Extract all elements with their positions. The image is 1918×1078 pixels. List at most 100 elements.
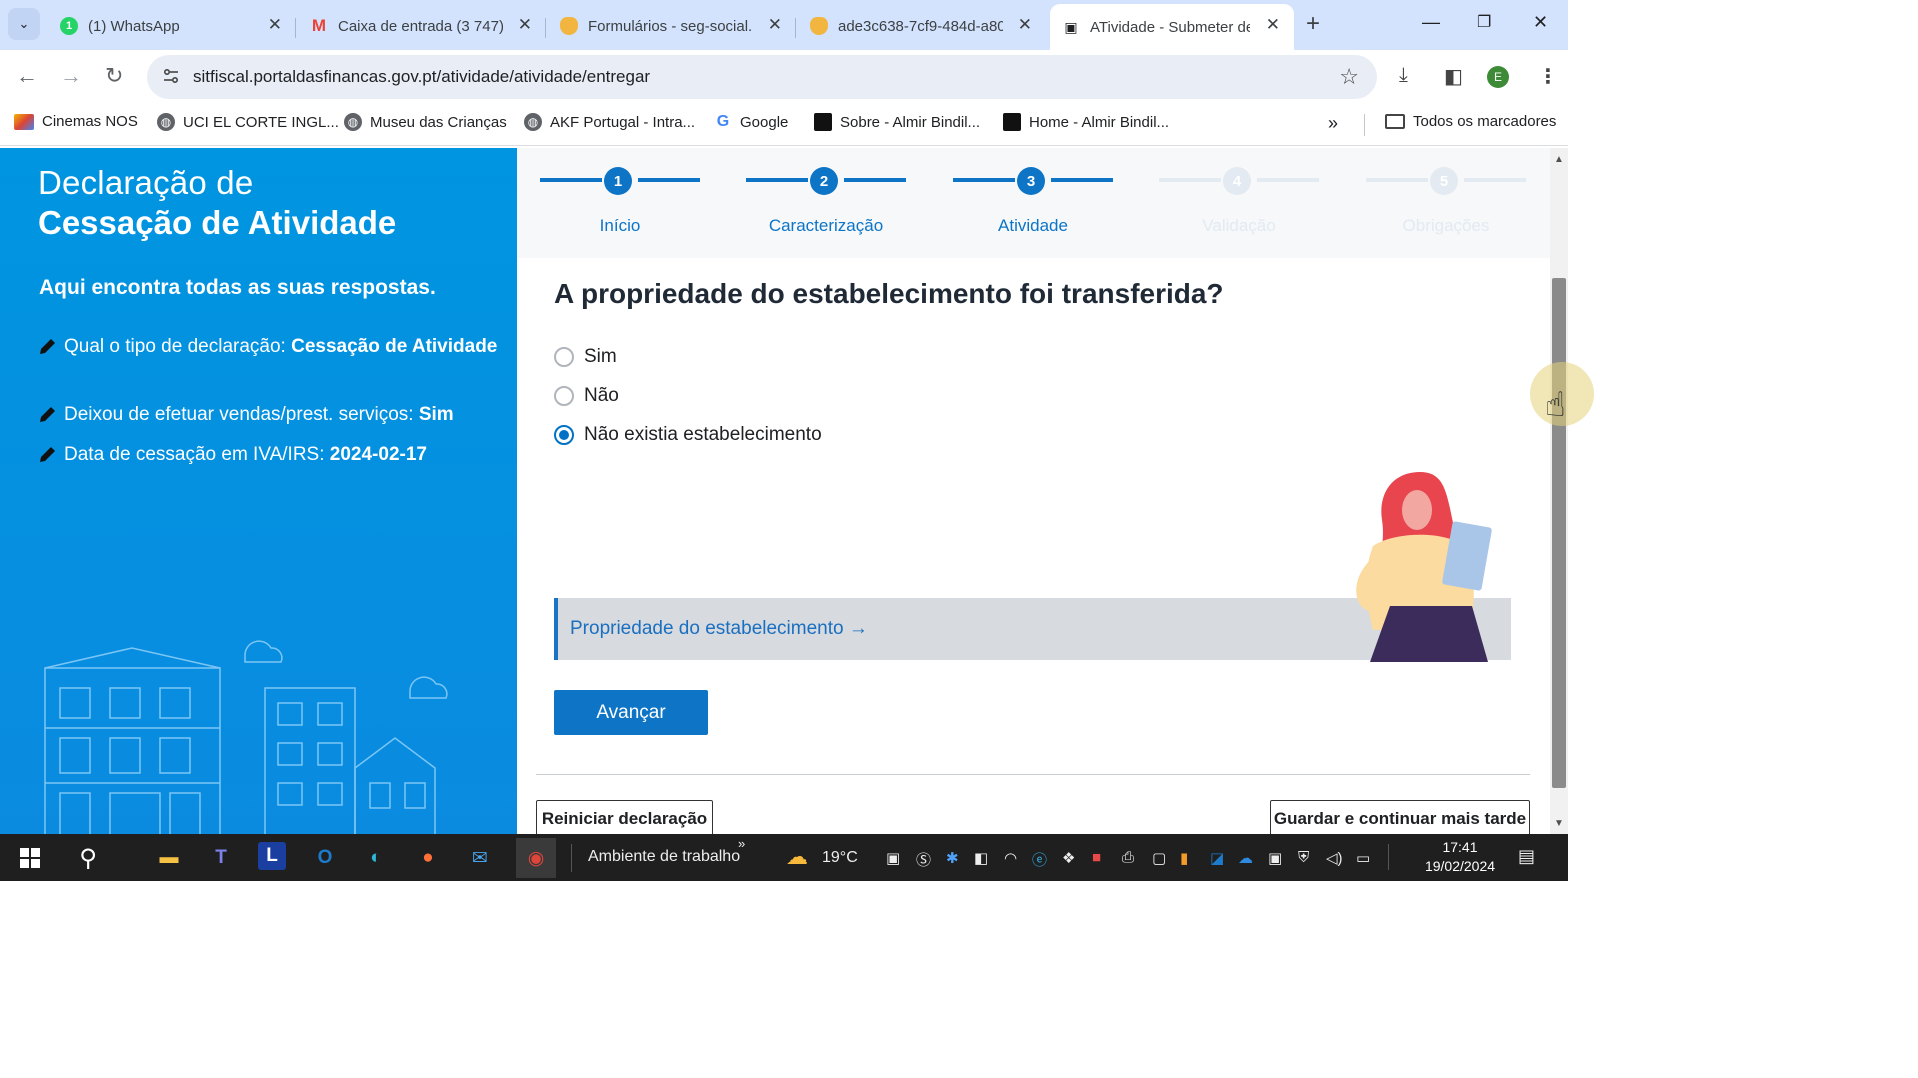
bluetooth-icon[interactable]: ✱ <box>946 849 959 867</box>
bookmark-akf[interactable]: ◍ AKF Portugal - Intra... <box>524 113 695 131</box>
tray-app-icon[interactable]: ▢ <box>1152 849 1166 867</box>
mail-icon[interactable]: ✉ <box>464 842 496 874</box>
l-app-icon[interactable]: L <box>258 842 286 870</box>
pencil-icon[interactable] <box>38 400 64 433</box>
scroll-up-arrow-icon[interactable]: ▲ <box>1554 154 1564 165</box>
advance-button[interactable]: Avançar <box>554 690 708 735</box>
answer-item[interactable]: Deixou de efetuar vendas/prest. serviços… <box>38 400 498 433</box>
search-icon[interactable]: ⚲ <box>72 842 104 874</box>
bookmark-star-icon[interactable]: ☆ <box>1339 64 1359 90</box>
bookmark-google[interactable]: G Google <box>714 113 789 131</box>
pencil-icon[interactable] <box>38 332 64 365</box>
bookmark-uci[interactable]: ◍ UCI EL CORTE INGL... <box>157 113 339 131</box>
radio-label[interactable]: Não existia estabelecimento <box>584 424 822 446</box>
menu-kebab-icon[interactable]: ⋮ <box>1538 64 1558 89</box>
chrome-icon[interactable]: ◉ <box>516 838 556 878</box>
minimize-button[interactable]: — <box>1422 12 1440 33</box>
edge-icon[interactable]: ◐ <box>360 842 392 874</box>
info-link[interactable]: Propriedade do estabelecimento → <box>570 618 868 640</box>
close-tab-icon[interactable]: ✕ <box>518 16 532 34</box>
windows-start-icon[interactable] <box>14 842 46 874</box>
scrollbar-thumb[interactable] <box>1552 278 1566 788</box>
volume-icon[interactable]: ◁) <box>1326 849 1343 867</box>
bookmark-cinemas-nos[interactable]: Cinemas NOS <box>14 113 138 130</box>
page-scrollbar[interactable]: ▲ ▼ <box>1550 148 1568 834</box>
back-arrow-icon[interactable]: ← <box>16 64 38 88</box>
profile-avatar[interactable]: E <box>1487 66 1509 88</box>
printer-icon[interactable]: ⎙ <box>1122 849 1134 866</box>
tray-app-icon[interactable]: ▮ <box>1180 849 1188 867</box>
tab-ade3c638[interactable]: ade3c638-7cf9-484d-a80 ✕ <box>798 4 1046 48</box>
edge-tray-icon[interactable]: ⓔ <box>1032 849 1047 870</box>
bookmark-sobre-almir[interactable]: Sobre - Almir Bindil... <box>814 113 980 131</box>
tab-gmail[interactable]: M Caixa de entrada (3 747) ✕ <box>298 4 546 48</box>
outlook-tray-icon[interactable]: ◪ <box>1210 849 1224 867</box>
tray-app-icon[interactable]: ■ <box>1092 849 1101 866</box>
forward-arrow-icon[interactable]: → <box>60 64 82 88</box>
address-bar[interactable]: sitfiscal.portaldasfinancas.gov.pt/ativi… <box>147 55 1377 99</box>
more-bookmarks-button[interactable]: » <box>1328 113 1338 134</box>
pencil-icon[interactable] <box>38 440 64 473</box>
save-continue-later-button[interactable]: Guardar e continuar mais tarde <box>1270 800 1530 834</box>
all-bookmarks-folder[interactable]: Todos os marcadores <box>1385 113 1556 130</box>
tray-app-icon[interactable]: ◧ <box>974 849 988 867</box>
reload-icon[interactable]: ↻ <box>105 64 123 88</box>
answer-value: 2024-02-17 <box>329 444 427 465</box>
radio-button[interactable] <box>554 386 574 406</box>
restart-declaration-button[interactable]: Reiniciar declaração <box>536 800 713 834</box>
close-tab-icon[interactable]: ✕ <box>768 16 782 34</box>
firefox-icon[interactable]: ● <box>412 842 444 874</box>
weather-icon[interactable]: ☁ <box>786 844 808 870</box>
clock[interactable]: 17:41 19/02/2024 <box>1420 838 1500 876</box>
radio-label[interactable]: Sim <box>584 346 617 368</box>
step-caracterizacao[interactable]: 2 Caracterização <box>746 164 906 254</box>
close-tab-icon[interactable]: ✕ <box>1018 16 1032 34</box>
battery-icon[interactable]: ▭ <box>1356 849 1370 867</box>
close-tab-icon[interactable]: ✕ <box>1266 16 1280 34</box>
close-tab-icon[interactable]: ✕ <box>268 16 282 34</box>
tab-formularios[interactable]: Formulários - seg-social.p ✕ <box>548 4 796 48</box>
radio-label[interactable]: Não <box>584 385 619 407</box>
file-explorer-icon[interactable]: ▬ <box>153 842 185 874</box>
site-info-icon[interactable] <box>161 66 181 86</box>
url-text[interactable]: sitfiscal.portaldasfinancas.gov.pt/ativi… <box>193 67 650 87</box>
whatsapp-icon: 1 <box>60 17 78 35</box>
bookmark-museu[interactable]: ◍ Museu das Crianças <box>344 113 507 131</box>
bookmark-home-almir[interactable]: Home - Almir Bindil... <box>1003 113 1169 131</box>
globe-icon: ◍ <box>344 113 362 131</box>
dropbox-icon[interactable]: ❖ <box>1062 849 1075 867</box>
new-tab-button[interactable]: + <box>1306 10 1320 38</box>
skype-icon[interactable]: Ⓢ <box>916 849 931 870</box>
woman-with-document-illustration <box>1356 472 1492 662</box>
tray-app-icon[interactable]: ▣ <box>886 849 900 867</box>
desktop-toolbar-label[interactable]: Ambiente de trabalho <box>588 848 740 866</box>
tab-whatsapp[interactable]: 1 (1) WhatsApp ✕ <box>48 4 296 48</box>
radio-button[interactable] <box>554 347 574 367</box>
onedrive-icon[interactable]: ☁ <box>1238 849 1253 867</box>
side-panel-icon[interactable]: ◧ <box>1444 64 1463 89</box>
security-shield-icon[interactable]: ⛨ <box>1298 849 1309 866</box>
teams-icon[interactable]: T <box>205 842 237 874</box>
step-inicio[interactable]: 1 Início <box>540 164 700 254</box>
radio-option-nao[interactable]: Não <box>554 385 619 407</box>
wifi-icon[interactable]: ◠ <box>1004 849 1017 867</box>
chevron-icon[interactable]: » <box>738 836 745 851</box>
tab-title: Caixa de entrada (3 747) <box>338 17 503 35</box>
radio-button-selected[interactable] <box>554 425 574 445</box>
outlook-icon[interactable]: O <box>309 842 341 874</box>
answer-item[interactable]: Data de cessação em IVA/IRS: 2024-02-17 <box>38 440 498 473</box>
tab-atividade-active[interactable]: ▣ ATividade - Submeter de ✕ <box>1050 4 1294 50</box>
tab-search-button[interactable]: ⌄ <box>8 8 40 40</box>
scroll-down-arrow-icon[interactable]: ▼ <box>1554 818 1564 829</box>
close-window-button[interactable]: ✕ <box>1533 12 1548 33</box>
radio-option-sim[interactable]: Sim <box>554 346 617 368</box>
notifications-icon[interactable]: ▤ <box>1518 846 1535 867</box>
tab-title: ATividade - Submeter de <box>1090 18 1250 36</box>
tray-app-icon[interactable]: ▣ <box>1268 849 1282 867</box>
answer-item[interactable]: Qual o tipo de declaração: Cessação de A… <box>38 332 498 365</box>
restore-button[interactable]: ❐ <box>1477 12 1491 32</box>
step-atividade[interactable]: 3 Atividade <box>953 164 1113 254</box>
temperature[interactable]: 19°C <box>822 849 858 867</box>
download-icon[interactable]: ⤓ <box>1399 64 1408 87</box>
radio-option-nao-existia[interactable]: Não existia estabelecimento <box>554 424 822 446</box>
